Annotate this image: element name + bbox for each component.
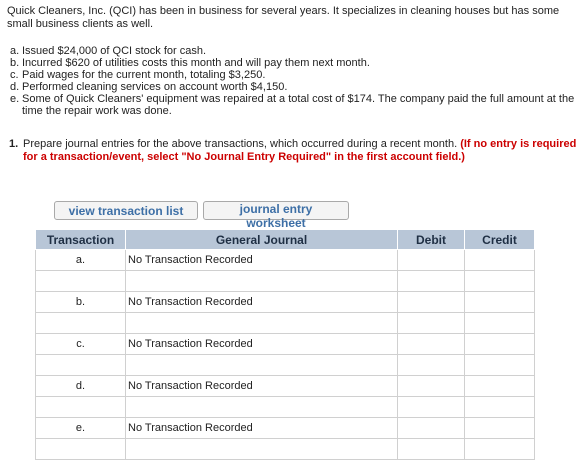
- debit-cell[interactable]: [397, 375, 465, 397]
- credit-cell[interactable]: [464, 312, 535, 334]
- credit-cell[interactable]: [464, 291, 535, 313]
- transaction-text: Performed cleaning services on account w…: [22, 81, 288, 93]
- debit-cell[interactable]: [397, 354, 465, 376]
- account-cell[interactable]: [125, 270, 398, 292]
- transaction-item-c: c. Paid wages for the current month, tota…: [10, 69, 578, 81]
- journal-entry-worksheet-button[interactable]: journal entry worksheet: [203, 201, 349, 230]
- transaction-cell[interactable]: a.: [35, 249, 126, 271]
- button-bar: view transaction list journal entry work…: [54, 201, 354, 230]
- credit-cell[interactable]: [464, 375, 535, 397]
- account-cell[interactable]: No Transaction Recorded: [125, 417, 398, 439]
- table-header-row: Transaction General Journal Debit Credit: [35, 229, 535, 250]
- account-cell[interactable]: No Transaction Recorded: [125, 375, 398, 397]
- transaction-cell[interactable]: [35, 438, 126, 460]
- transaction-letter: c.: [10, 69, 19, 81]
- credit-cell[interactable]: [464, 270, 535, 292]
- header-transaction: Transaction: [35, 229, 126, 250]
- transaction-text: Some of Quick Cleaners' equipment was re…: [22, 93, 575, 117]
- transaction-list: a. Issued $24,000 of QCI stock for cash. …: [10, 45, 578, 117]
- credit-cell[interactable]: [464, 249, 535, 271]
- header-credit: Credit: [464, 229, 535, 250]
- transaction-letter: e.: [10, 93, 20, 105]
- transaction-letter: a.: [10, 45, 20, 57]
- credit-cell[interactable]: [464, 354, 535, 376]
- table-row[interactable]: b. No Transaction Recorded: [35, 291, 535, 313]
- transaction-cell[interactable]: [35, 312, 126, 334]
- table-row[interactable]: [35, 270, 535, 292]
- question-body: Prepare journal entries for the above tr…: [23, 138, 579, 164]
- debit-cell[interactable]: [397, 291, 465, 313]
- debit-cell[interactable]: [397, 438, 465, 460]
- transaction-text: Incurred $620 of utilities costs this mo…: [22, 57, 370, 69]
- transaction-cell[interactable]: [35, 270, 126, 292]
- header-general-journal: General Journal: [125, 229, 398, 250]
- transaction-cell[interactable]: [35, 354, 126, 376]
- account-cell[interactable]: No Transaction Recorded: [125, 249, 398, 271]
- transaction-letter: d.: [10, 81, 20, 93]
- debit-cell[interactable]: [397, 417, 465, 439]
- table-row[interactable]: d. No Transaction Recorded: [35, 375, 535, 397]
- transaction-item-e: e. Some of Quick Cleaners' equipment was …: [10, 93, 578, 117]
- transaction-cell[interactable]: e.: [35, 417, 126, 439]
- debit-cell[interactable]: [397, 333, 465, 355]
- transaction-text: Paid wages for the current month, totali…: [22, 69, 266, 81]
- account-cell[interactable]: [125, 354, 398, 376]
- credit-cell[interactable]: [464, 396, 535, 418]
- transaction-text: Issued $24,000 of QCI stock for cash.: [22, 45, 207, 57]
- transaction-item-b: b. Incurred $620 of utilities costs this …: [10, 57, 578, 69]
- general-journal-table: Transaction General Journal Debit Credit…: [35, 229, 535, 460]
- table-row[interactable]: [35, 354, 535, 376]
- debit-cell[interactable]: [397, 270, 465, 292]
- table-row[interactable]: a. No Transaction Recorded: [35, 249, 535, 271]
- account-cell[interactable]: [125, 396, 398, 418]
- table-row[interactable]: c. No Transaction Recorded: [35, 333, 535, 355]
- transaction-cell[interactable]: d.: [35, 375, 126, 397]
- transaction-cell[interactable]: c.: [35, 333, 126, 355]
- credit-cell[interactable]: [464, 417, 535, 439]
- account-cell[interactable]: No Transaction Recorded: [125, 291, 398, 313]
- account-cell[interactable]: [125, 312, 398, 334]
- transaction-item-d: d. Performed cleaning services on account…: [10, 81, 578, 93]
- question-number: 1.: [9, 138, 19, 150]
- table-row[interactable]: [35, 396, 535, 418]
- transaction-letter: b.: [10, 57, 20, 69]
- account-cell[interactable]: [125, 438, 398, 460]
- header-debit: Debit: [397, 229, 465, 250]
- table-row[interactable]: [35, 438, 535, 460]
- credit-cell[interactable]: [464, 333, 535, 355]
- problem-intro: Quick Cleaners, Inc. (QCI) has been in b…: [7, 5, 560, 30]
- debit-cell[interactable]: [397, 249, 465, 271]
- transaction-cell[interactable]: [35, 396, 126, 418]
- transaction-item-a: a. Issued $24,000 of QCI stock for cash.: [10, 45, 578, 57]
- transaction-cell[interactable]: b.: [35, 291, 126, 313]
- question: 1. Prepare journal entries for the above…: [9, 138, 579, 164]
- debit-cell[interactable]: [397, 312, 465, 334]
- debit-cell[interactable]: [397, 396, 465, 418]
- table-row[interactable]: e. No Transaction Recorded: [35, 417, 535, 439]
- table-row[interactable]: [35, 312, 535, 334]
- credit-cell[interactable]: [464, 438, 535, 460]
- view-transaction-list-button[interactable]: view transaction list: [54, 201, 198, 220]
- question-text: Prepare journal entries for the above tr…: [23, 138, 458, 150]
- account-cell[interactable]: No Transaction Recorded: [125, 333, 398, 355]
